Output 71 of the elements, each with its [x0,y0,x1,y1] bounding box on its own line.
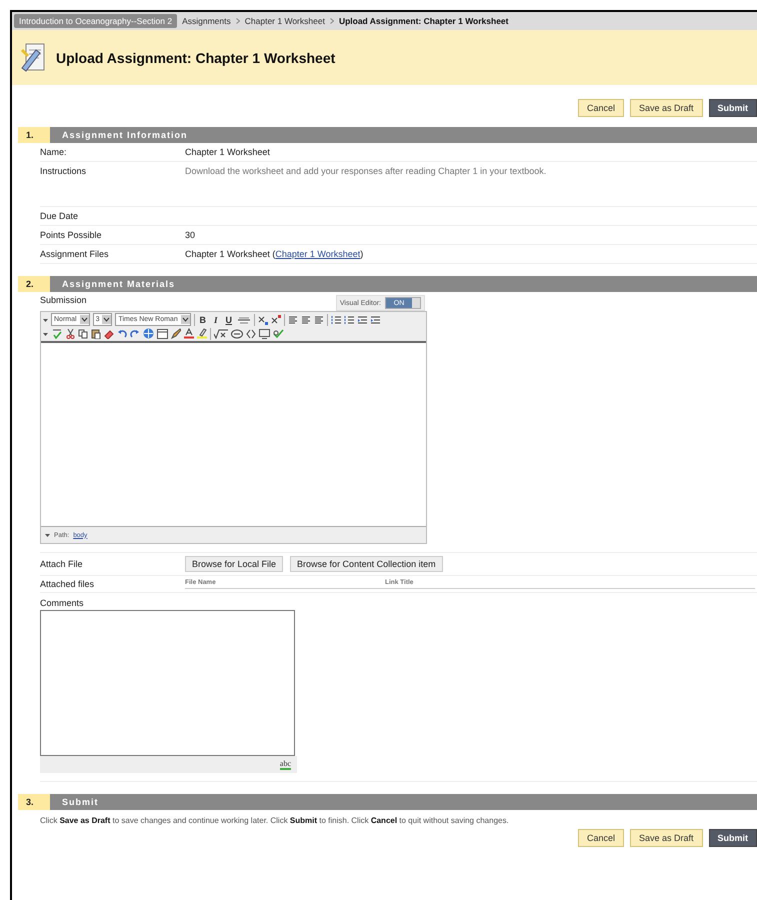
eraser-icon[interactable] [104,328,114,338]
globe-icon[interactable] [143,328,154,339]
dropdown-caret-icon [102,315,112,324]
action-button[interactable]: Cancel [578,829,624,847]
submit-button[interactable]: Submit [708,99,757,117]
redo-arrow-icon[interactable] [130,328,140,338]
bold-button[interactable]: B [198,314,208,324]
field-label: Name: [40,147,68,157]
align-lines-icon[interactable] [288,314,298,324]
browse-button[interactable]: Browse for Content Collection item [290,556,443,572]
dropdown-caret-icon [80,315,89,324]
section-number: 1. [18,127,50,143]
superscript-icon[interactable] [270,314,281,324]
document-pencil-icon [20,42,46,74]
subscript-icon[interactable] [258,314,268,324]
list-icon[interactable] [344,314,354,324]
field-label: Instructions [40,166,88,178]
align-lines-icon[interactable] [300,314,311,324]
underline-button[interactable]: U [224,314,234,324]
breadcrumb-current: Upload Assignment: Chapter 1 Worksheet [338,16,508,26]
field-label: Attached files [40,579,96,589]
strikethrough-icon[interactable] [236,314,251,324]
section-heading: Assignment Information [50,127,757,143]
chevron-icon [330,18,334,24]
instruction-text: Click Save as Draft to save changes and continue working later. Click Submit to finish. Click Cancel to quit without saving changes. [40,816,510,825]
section-heading: Submit [50,794,757,810]
field-value: Chapter 1 Worksheet [185,147,270,157]
spellcheck-icon[interactable] [51,328,63,339]
align-lines-icon[interactable] [314,314,324,324]
highlighter-icon[interactable] [197,328,207,339]
math-formula-icon[interactable] [214,328,228,338]
action-button[interactable]: Save as Draft [630,829,702,847]
copy-icon[interactable] [78,328,88,338]
italic-button[interactable]: I [210,314,221,324]
field-label: Attach File [40,559,84,569]
undo-arrow-icon[interactable] [117,328,127,338]
section-heading: Assignment Materials [50,276,757,292]
submit-button[interactable]: Submit [708,829,757,847]
file-link[interactable]: Chapter 1 Worksheet [275,249,360,259]
action-button[interactable]: Cancel [578,99,624,117]
field-label: Due Date [40,211,80,221]
chevron-icon [236,18,240,24]
field-label: Comments [40,598,85,608]
list-icon[interactable] [330,314,341,324]
scissors-icon[interactable] [66,328,75,338]
angle-brackets-icon[interactable] [246,328,256,338]
browse-button[interactable]: Browse for Local File [185,556,284,572]
table-icon[interactable] [157,328,168,338]
field-value: Chapter 1 Worksheet (Chapter 1 Worksheet) [185,249,364,259]
breadcrumb-link[interactable]: Assignments [182,16,231,26]
dropdown-caret-icon [180,315,190,324]
field-value: Download the worksheet and add your responses after reading Chapter 1 in your textbook. [185,166,546,178]
collapse-caret-icon[interactable] [45,531,50,539]
embed-icon[interactable] [231,328,243,338]
section-number: 2. [18,276,50,292]
comments-field[interactable] [40,610,295,756]
breadcrumb-link[interactable]: Chapter 1 Worksheet [244,16,325,26]
spellcheck-button[interactable]: abc [280,759,291,770]
page-title: Upload Assignment: Chapter 1 Worksheet [56,50,336,66]
clipboard-icon[interactable] [91,328,101,338]
field-label: Assignment Files [40,249,110,259]
field-label: Points Possible [40,230,103,240]
monitor-icon[interactable] [259,328,270,338]
pencil-icon[interactable] [171,328,181,339]
font-color-icon[interactable] [184,328,194,339]
field-value: 30 [185,230,196,240]
section-number: 3. [18,794,50,810]
action-button[interactable]: Save as Draft [630,99,702,117]
indent-icon[interactable] [370,314,380,324]
field-label: Submission [40,295,88,307]
indent-icon[interactable] [356,314,367,324]
